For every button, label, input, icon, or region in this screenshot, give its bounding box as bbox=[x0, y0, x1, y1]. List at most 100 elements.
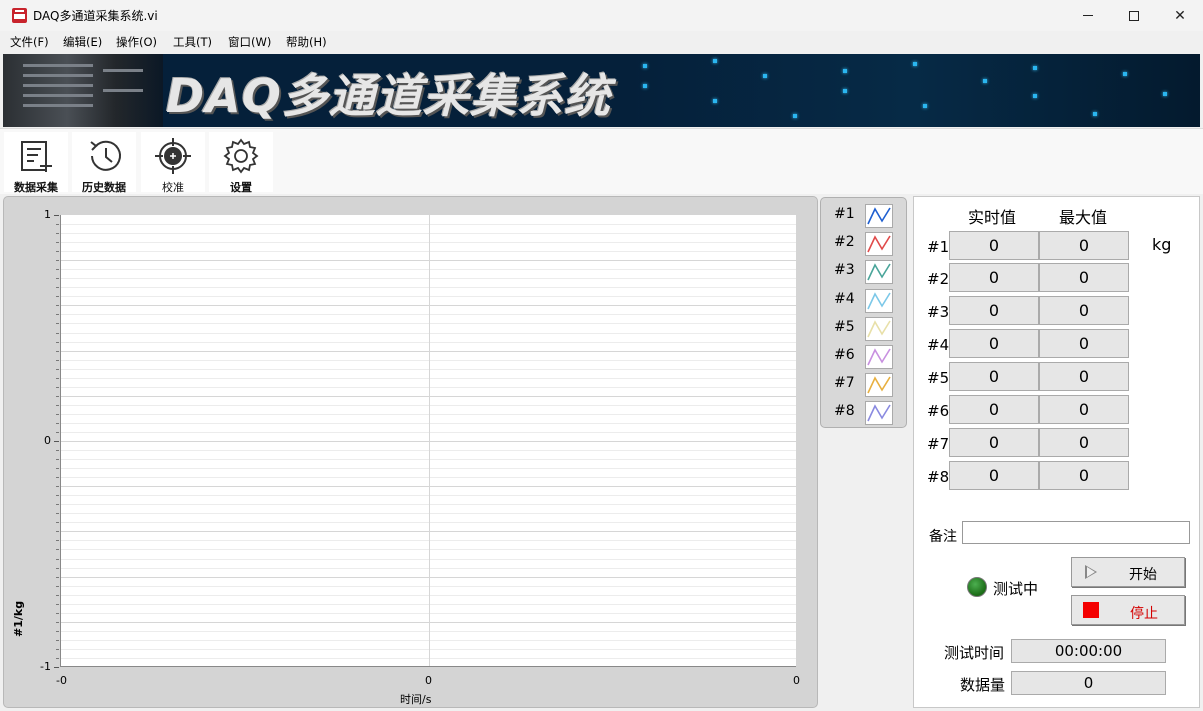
realtime-value: 0 bbox=[949, 395, 1039, 424]
legend-item[interactable]: #7 bbox=[821, 369, 908, 398]
legend-item[interactable]: #3 bbox=[821, 256, 908, 285]
legend-item[interactable]: #1 bbox=[821, 200, 908, 228]
y-minor-tick bbox=[56, 296, 59, 298]
legend-label: #5 bbox=[834, 318, 855, 335]
channel-label: #6 bbox=[927, 402, 950, 420]
y-minor-tick bbox=[56, 242, 59, 244]
channel-label: #3 bbox=[927, 303, 950, 321]
max-value: 0 bbox=[1039, 395, 1129, 424]
y-minor-tick bbox=[56, 459, 59, 461]
grid-line bbox=[429, 215, 430, 666]
y-minor-tick bbox=[56, 260, 59, 262]
server-rack-image bbox=[3, 54, 163, 127]
legend-label: #7 bbox=[834, 375, 855, 392]
menu-operate[interactable]: 操作(O) bbox=[116, 34, 157, 50]
max-value: 0 bbox=[1039, 231, 1129, 260]
menu-tools[interactable]: 工具(T) bbox=[173, 34, 212, 50]
test-time-label: 测试时间 bbox=[944, 644, 1005, 662]
y-minor-tick bbox=[56, 350, 59, 352]
y-tick-mark bbox=[54, 215, 59, 216]
y-minor-tick bbox=[56, 648, 59, 650]
y-minor-tick bbox=[56, 576, 59, 578]
legend-label: #2 bbox=[834, 234, 855, 251]
legend-swatch-icon bbox=[865, 316, 893, 341]
y-minor-tick bbox=[56, 305, 59, 307]
note-input[interactable] bbox=[962, 521, 1190, 544]
y-minor-tick bbox=[56, 233, 59, 235]
banner-title: DAQ多通道采集系统 bbox=[166, 69, 611, 123]
note-label: 备注 bbox=[929, 529, 957, 545]
y-tick-label: -1 bbox=[40, 660, 51, 673]
menu-window[interactable]: 窗口(W) bbox=[228, 34, 271, 50]
banner: DAQ多通道采集系统 bbox=[3, 54, 1200, 127]
y-tick-mark bbox=[54, 667, 59, 668]
title-bar: DAQ多通道采集系统.vi ✕ bbox=[0, 0, 1203, 31]
y-minor-tick bbox=[56, 540, 59, 542]
max-value: 0 bbox=[1039, 296, 1129, 325]
y-minor-tick bbox=[56, 531, 59, 533]
maximize-button[interactable] bbox=[1111, 0, 1157, 31]
y-minor-tick bbox=[56, 368, 59, 370]
calibrate-label: 校准 bbox=[162, 181, 184, 194]
legend-swatch-icon bbox=[865, 345, 893, 369]
status-text: 测试中 bbox=[993, 580, 1039, 598]
menu-file[interactable]: 文件(F) bbox=[10, 34, 49, 50]
legend-item[interactable]: #5 bbox=[821, 313, 908, 341]
y-axis-label: #1/kg bbox=[12, 600, 25, 637]
data-acquisition-button[interactable]: 数据采集 bbox=[4, 132, 68, 194]
legend-item[interactable]: #2 bbox=[821, 228, 908, 257]
realtime-value: 0 bbox=[949, 461, 1039, 490]
app-icon bbox=[12, 8, 27, 23]
settings-button[interactable]: 设置 bbox=[209, 132, 273, 194]
x-axis-label: 时间/s bbox=[400, 693, 432, 706]
y-tick-label: 0 bbox=[44, 434, 51, 447]
y-minor-tick bbox=[56, 495, 59, 497]
y-minor-tick bbox=[56, 287, 59, 289]
menu-edit[interactable]: 编辑(E) bbox=[63, 34, 102, 50]
legend-item[interactable]: #4 bbox=[821, 285, 908, 313]
channel-label: #1 bbox=[927, 238, 950, 256]
max-value: 0 bbox=[1039, 461, 1129, 490]
y-minor-tick bbox=[56, 585, 59, 587]
toolbar: 数据采集 历史数据 校准 设置 bbox=[0, 128, 1203, 194]
history-button[interactable]: 历史数据 bbox=[72, 132, 136, 194]
y-minor-tick bbox=[56, 422, 59, 424]
y-minor-tick bbox=[56, 594, 59, 596]
plot-area[interactable] bbox=[60, 215, 796, 667]
legend-label: #6 bbox=[834, 347, 855, 363]
y-minor-tick bbox=[56, 314, 59, 316]
data-acquisition-icon bbox=[21, 141, 52, 172]
legend-swatch-icon bbox=[865, 232, 893, 257]
y-minor-tick bbox=[56, 630, 59, 632]
y-minor-tick bbox=[56, 477, 59, 479]
realtime-header: 实时值 bbox=[968, 208, 1017, 227]
legend-item[interactable]: #6 bbox=[821, 341, 908, 369]
menu-help[interactable]: 帮助(H) bbox=[286, 34, 327, 50]
gear-icon bbox=[223, 138, 259, 174]
x-tick-label: 0 bbox=[793, 674, 800, 687]
stop-label: 停止 bbox=[1130, 606, 1158, 622]
y-minor-tick bbox=[56, 603, 59, 605]
x-tick-label: -0 bbox=[56, 674, 67, 687]
status-led bbox=[967, 577, 987, 597]
minimize-button[interactable] bbox=[1065, 0, 1111, 31]
y-minor-tick bbox=[56, 621, 59, 623]
calibrate-button[interactable]: 校准 bbox=[141, 132, 205, 194]
y-minor-tick bbox=[56, 558, 59, 560]
channel-label: #4 bbox=[927, 336, 950, 354]
y-minor-tick bbox=[56, 386, 59, 388]
start-button[interactable]: 开始 bbox=[1071, 557, 1185, 587]
data-acquisition-label: 数据采集 bbox=[14, 181, 58, 194]
close-button[interactable]: ✕ bbox=[1157, 0, 1203, 31]
max-value: 0 bbox=[1039, 263, 1129, 292]
legend-item[interactable]: #8 bbox=[821, 397, 908, 426]
y-minor-tick bbox=[56, 504, 59, 506]
data-count-value: 0 bbox=[1011, 671, 1166, 695]
crosshair-icon bbox=[155, 138, 191, 174]
history-icon bbox=[90, 140, 121, 171]
max-value: 0 bbox=[1039, 428, 1129, 457]
play-icon bbox=[1085, 565, 1097, 579]
stop-button[interactable]: 停止 bbox=[1071, 595, 1185, 625]
y-tick-label: 1 bbox=[44, 208, 51, 221]
data-count-label: 数据量 bbox=[960, 676, 1006, 694]
